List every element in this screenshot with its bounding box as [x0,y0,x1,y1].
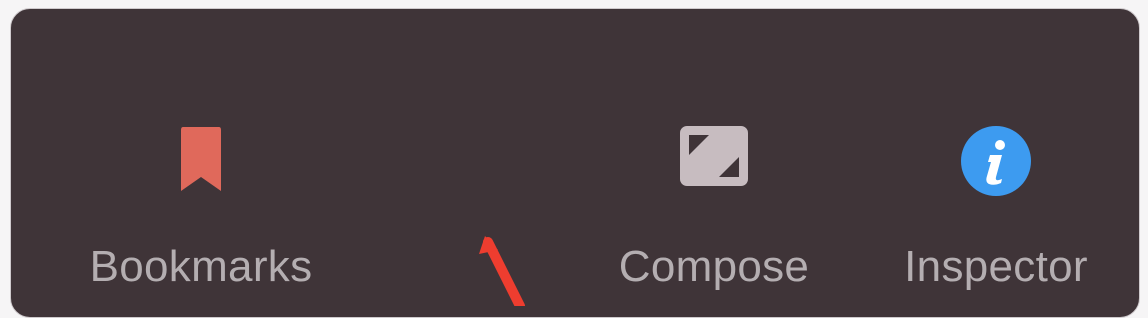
toolbar-customization-panel: Bookmarks Compose Inspector [10,8,1140,318]
toolbar-item-compose[interactable]: Compose [559,9,869,311]
info-icon [960,125,1032,202]
toolbar-item-label: Inspector [904,242,1088,291]
bookmark-icon [179,125,223,198]
toolbar-item-bookmarks[interactable]: Bookmarks [51,9,351,311]
toolbar-item-label: Compose [618,242,810,291]
toolbar-item-inspector[interactable]: Inspector [861,9,1131,311]
annotation-arrow [470,236,540,311]
compose-expand-icon [679,125,749,192]
toolbar-item-label: Bookmarks [89,242,313,291]
